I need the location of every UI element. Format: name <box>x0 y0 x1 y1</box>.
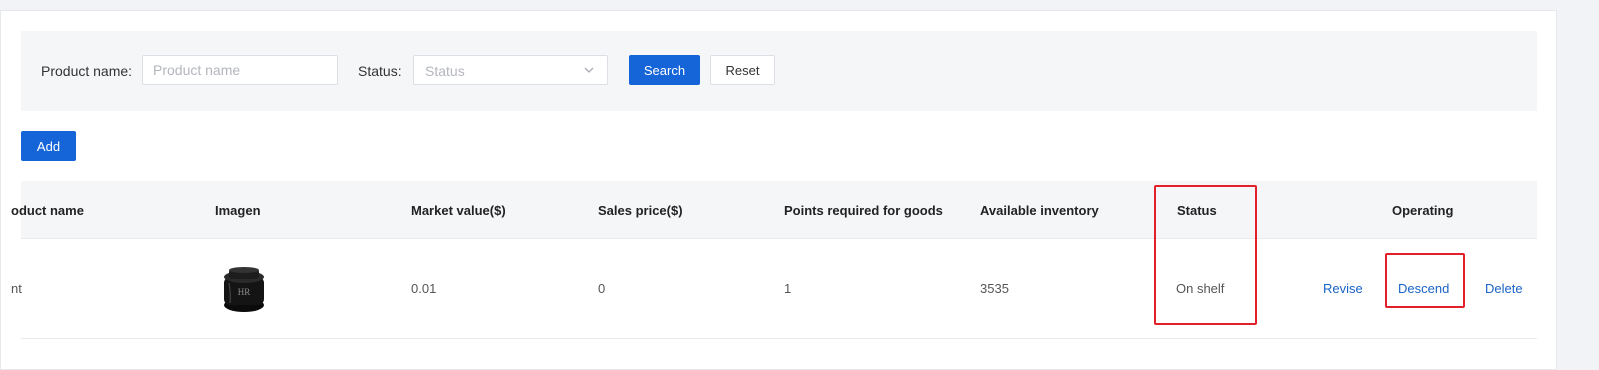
header-points: Points required for goods <box>784 203 943 218</box>
descend-link[interactable]: Descend <box>1398 281 1449 296</box>
cell-sales-price: 0 <box>598 281 606 296</box>
status-select-placeholder: Status <box>425 63 465 79</box>
revise-link[interactable]: Revise <box>1323 281 1363 296</box>
filter-bar: Product name: Status: Status Search Rese… <box>21 31 1537 111</box>
cell-market-value: 0.01 <box>411 281 437 296</box>
header-sales-price: Sales price($) <box>598 203 683 218</box>
table-header: oduct name Imagen Market value($) Sales … <box>11 181 1537 239</box>
reset-button[interactable]: Reset <box>710 55 775 85</box>
add-button[interactable]: Add <box>21 131 76 161</box>
cream-jar-icon: HR <box>224 267 264 312</box>
cell-status: On shelf <box>1176 281 1225 296</box>
table-row: nt HR 0.01 0 1 3535 On shelf Revise Desc… <box>11 239 1537 339</box>
cell-points: 1 <box>784 281 792 296</box>
header-inventory: Available inventory <box>980 203 1099 218</box>
status-label: Status: <box>358 63 402 79</box>
header-status: Status <box>1177 203 1217 218</box>
chevron-down-icon <box>584 67 594 73</box>
header-image: Imagen <box>215 203 261 218</box>
product-name-input[interactable] <box>142 55 338 85</box>
cell-inventory: 3535 <box>980 281 1009 296</box>
svg-text:HR: HR <box>238 287 251 297</box>
header-operating: Operating <box>1392 203 1454 218</box>
header-product-name: oduct name <box>11 203 84 218</box>
search-button[interactable]: Search <box>629 55 700 85</box>
delete-link[interactable]: Delete <box>1485 281 1523 296</box>
status-select[interactable]: Status <box>413 55 608 85</box>
content-card: Product name: Status: Status Search Rese… <box>0 10 1557 370</box>
product-name-label: Product name: <box>41 63 133 79</box>
cell-product-name: nt <box>11 281 22 296</box>
header-market-value: Market value($) <box>411 203 506 218</box>
